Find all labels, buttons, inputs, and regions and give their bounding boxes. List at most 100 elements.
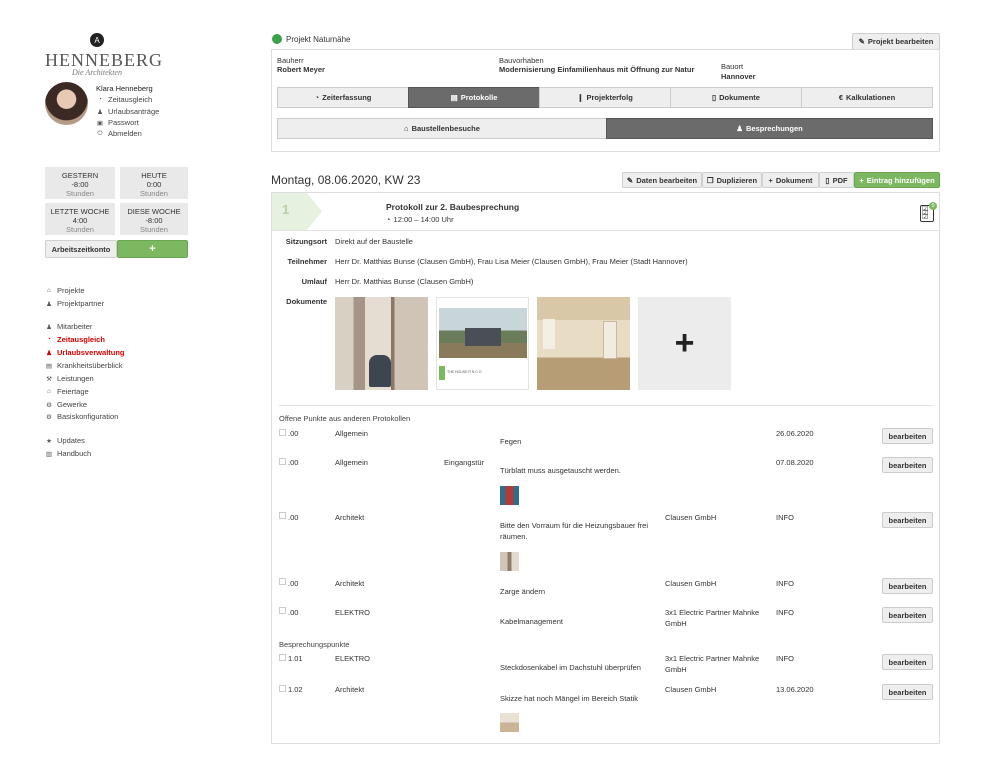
sitzungsort-value: Direkt auf der Baustelle — [335, 237, 413, 246]
open-points-title: Offene Punkte aus anderen Protokollen — [279, 414, 411, 423]
umlauf-value: Herr Dr. Matthias Bunse (Clausen GmbH) — [335, 277, 474, 286]
point-date: 07.08.2020 — [776, 458, 814, 467]
tab-protokolle[interactable]: ▤ Protokolle — [408, 87, 540, 108]
edit-project-button[interactable]: ✎ Projekt bearbeiten — [852, 33, 940, 50]
document-caption: THE HOUSE R N C O — [447, 370, 482, 374]
tab-projekterfolg[interactable]: ❙ Projekterfolg — [539, 87, 671, 108]
nav-label: Handbuch — [57, 449, 92, 458]
user-menu-zeitausgleich[interactable]: ◔ Zeitausgleich — [96, 95, 152, 104]
button-label: Dokument — [775, 175, 813, 185]
button-label: PDF — [832, 175, 848, 185]
user-name: Klara Henneberg — [96, 84, 153, 93]
add-document-tile[interactable]: + — [638, 297, 731, 390]
document-icon: ▤ — [450, 93, 458, 102]
nav-item-handbuch[interactable]: ▥ Handbuch — [45, 449, 91, 458]
button-label: Duplizieren — [716, 175, 758, 185]
nav-item-projekte[interactable]: ⌂ Projekte — [45, 286, 84, 295]
home-icon: ⌂ — [47, 287, 51, 294]
bauort-label: Bauort — [721, 62, 744, 71]
vacation-icon: ♟ — [46, 349, 52, 357]
point-image-thumbnail[interactable] — [500, 486, 519, 505]
edit-point-button[interactable]: bearbeiten — [882, 428, 933, 444]
arbeitszeitkonto-button[interactable]: Arbeitszeitkonto — [45, 240, 117, 258]
add-document-button[interactable]: + Dokument — [762, 172, 819, 188]
document-thumbnail[interactable]: THE HOUSE R N C O — [436, 297, 529, 390]
nav-label: Updates — [57, 436, 85, 445]
logo-icon: A — [90, 33, 104, 47]
duplicate-button[interactable]: ❐ Duplizieren — [702, 172, 762, 188]
subtab-baustellenbesuche[interactable]: ⌂ Baustellenbesuche — [277, 118, 607, 139]
point-assignee: Clausen GmbH — [665, 685, 717, 694]
calendar-icon: ⌂ — [47, 388, 51, 395]
add-entry-button[interactable]: + Eintrag hinzufügen — [854, 172, 940, 188]
point-number: 1.01 — [288, 654, 303, 663]
clock-icon: ◔ — [47, 336, 51, 343]
meeting-title: Protokoll zur 2. Baubesprechung — [386, 202, 520, 212]
nav-label: Gewerke — [57, 400, 88, 409]
tab-kalkulationen[interactable]: € Kalkulationen — [801, 87, 933, 108]
edit-point-button[interactable]: bearbeiten — [882, 457, 933, 473]
button-label: Eintrag hinzufügen — [866, 175, 935, 185]
nav-label: Projektpartner — [57, 299, 105, 308]
point-image-thumbnail[interactable] — [500, 713, 519, 732]
edit-point-button[interactable]: bearbeiten — [882, 578, 933, 594]
stat-title: LETZTE WOCHE — [50, 207, 110, 216]
status-dot — [272, 34, 282, 44]
nav-item-updates[interactable]: ★ Updates — [45, 436, 85, 445]
edit-point-button[interactable]: bearbeiten — [882, 654, 933, 670]
nav-item-leistungen[interactable]: ⚒ Leistungen — [45, 374, 94, 383]
row-checkbox[interactable] — [279, 429, 286, 436]
edit-data-button[interactable]: ✎ Daten bearbeiten — [622, 172, 702, 188]
nav-item-krankheitsueberblick[interactable]: ▤ Krankheitsüberblick — [45, 361, 123, 370]
nav-item-gewerke[interactable]: ⚙ Gewerke — [45, 400, 87, 409]
user-menu-passwort[interactable]: ▣ Passwort — [96, 118, 139, 127]
nav-item-basiskonfiguration[interactable]: ⚙ Basiskonfiguration — [45, 412, 118, 421]
point-number: .00 — [288, 608, 299, 617]
user-menu-urlaubsantraege[interactable]: ♟ Urlaubsanträge — [96, 107, 159, 116]
bauvorhaben-value: Modernisierung Einfamilienhaus mit Öffnu… — [499, 65, 695, 74]
row-checkbox[interactable] — [279, 578, 286, 585]
row-checkbox[interactable] — [279, 458, 286, 465]
nav-item-feiertage[interactable]: ⌂ Feiertage — [45, 387, 89, 396]
row-checkbox[interactable] — [279, 654, 286, 661]
point-number: 1.02 — [288, 685, 303, 694]
add-time-button[interactable]: + — [117, 240, 188, 258]
worker-figure — [369, 355, 391, 387]
nav-item-mitarbeiter[interactable]: ♟ Mitarbeiter — [45, 322, 92, 331]
point-category: ELEKTRO — [335, 654, 371, 663]
nav-item-urlaubsverwaltung[interactable]: ♟ Urlaubsverwaltung — [45, 348, 124, 357]
pdf-button[interactable]: ▯ PDF — [819, 172, 854, 188]
edit-point-button[interactable]: bearbeiten — [882, 684, 933, 700]
point-number: .00 — [288, 429, 299, 438]
point-text: Kabelmanagement — [500, 617, 563, 626]
tab-dokumente[interactable]: ▯ Dokumente — [670, 87, 802, 108]
document-thumbnail[interactable] — [335, 297, 428, 390]
team-icon: ♟ — [46, 323, 52, 331]
row-checkbox[interactable] — [279, 607, 286, 614]
point-category: Architekt — [335, 685, 365, 694]
window-shape — [543, 319, 555, 349]
point-text: Skizze hat noch Mängel im Bereich Statik — [500, 694, 638, 703]
nav-item-zeitausgleich[interactable]: ◔ Zeitausgleich — [45, 335, 105, 344]
meeting-time: ◔ 12:00 – 14:00 Uhr — [386, 215, 454, 224]
teilnehmer-label: Teilnehmer — [287, 257, 327, 266]
point-date: INFO — [776, 654, 794, 663]
document-thumbnail[interactable] — [537, 297, 630, 390]
row-checkbox[interactable] — [279, 685, 286, 692]
bauort-value: Hannover — [721, 72, 756, 81]
row-checkbox[interactable] — [279, 512, 286, 519]
user-menu-abmelden[interactable]: ⏻ Abmelden — [96, 129, 142, 138]
copy-icon: ❐ — [706, 175, 714, 185]
subtab-besprechungen[interactable]: ♟ Besprechungen — [606, 118, 933, 139]
teilnehmer-value: Herr Dr. Matthias Bunse (Clausen GmbH), … — [335, 257, 688, 266]
stat-letzte-woche: LETZTE WOCHE 4:00 Stunden — [45, 203, 115, 235]
project-name: Projekt Naturnähe — [286, 35, 351, 44]
edit-point-button[interactable]: bearbeiten — [882, 512, 933, 528]
divider — [279, 405, 933, 406]
user-menu-label: Abmelden — [108, 129, 142, 138]
nav-item-projektpartner[interactable]: ♟ Projektpartner — [45, 299, 104, 308]
edit-point-button[interactable]: bearbeiten — [882, 607, 933, 623]
point-image-thumbnail[interactable] — [500, 552, 519, 571]
tab-zeiterfassung[interactable]: ◔ Zeiterfassung — [277, 87, 409, 108]
door-shape — [603, 321, 617, 359]
